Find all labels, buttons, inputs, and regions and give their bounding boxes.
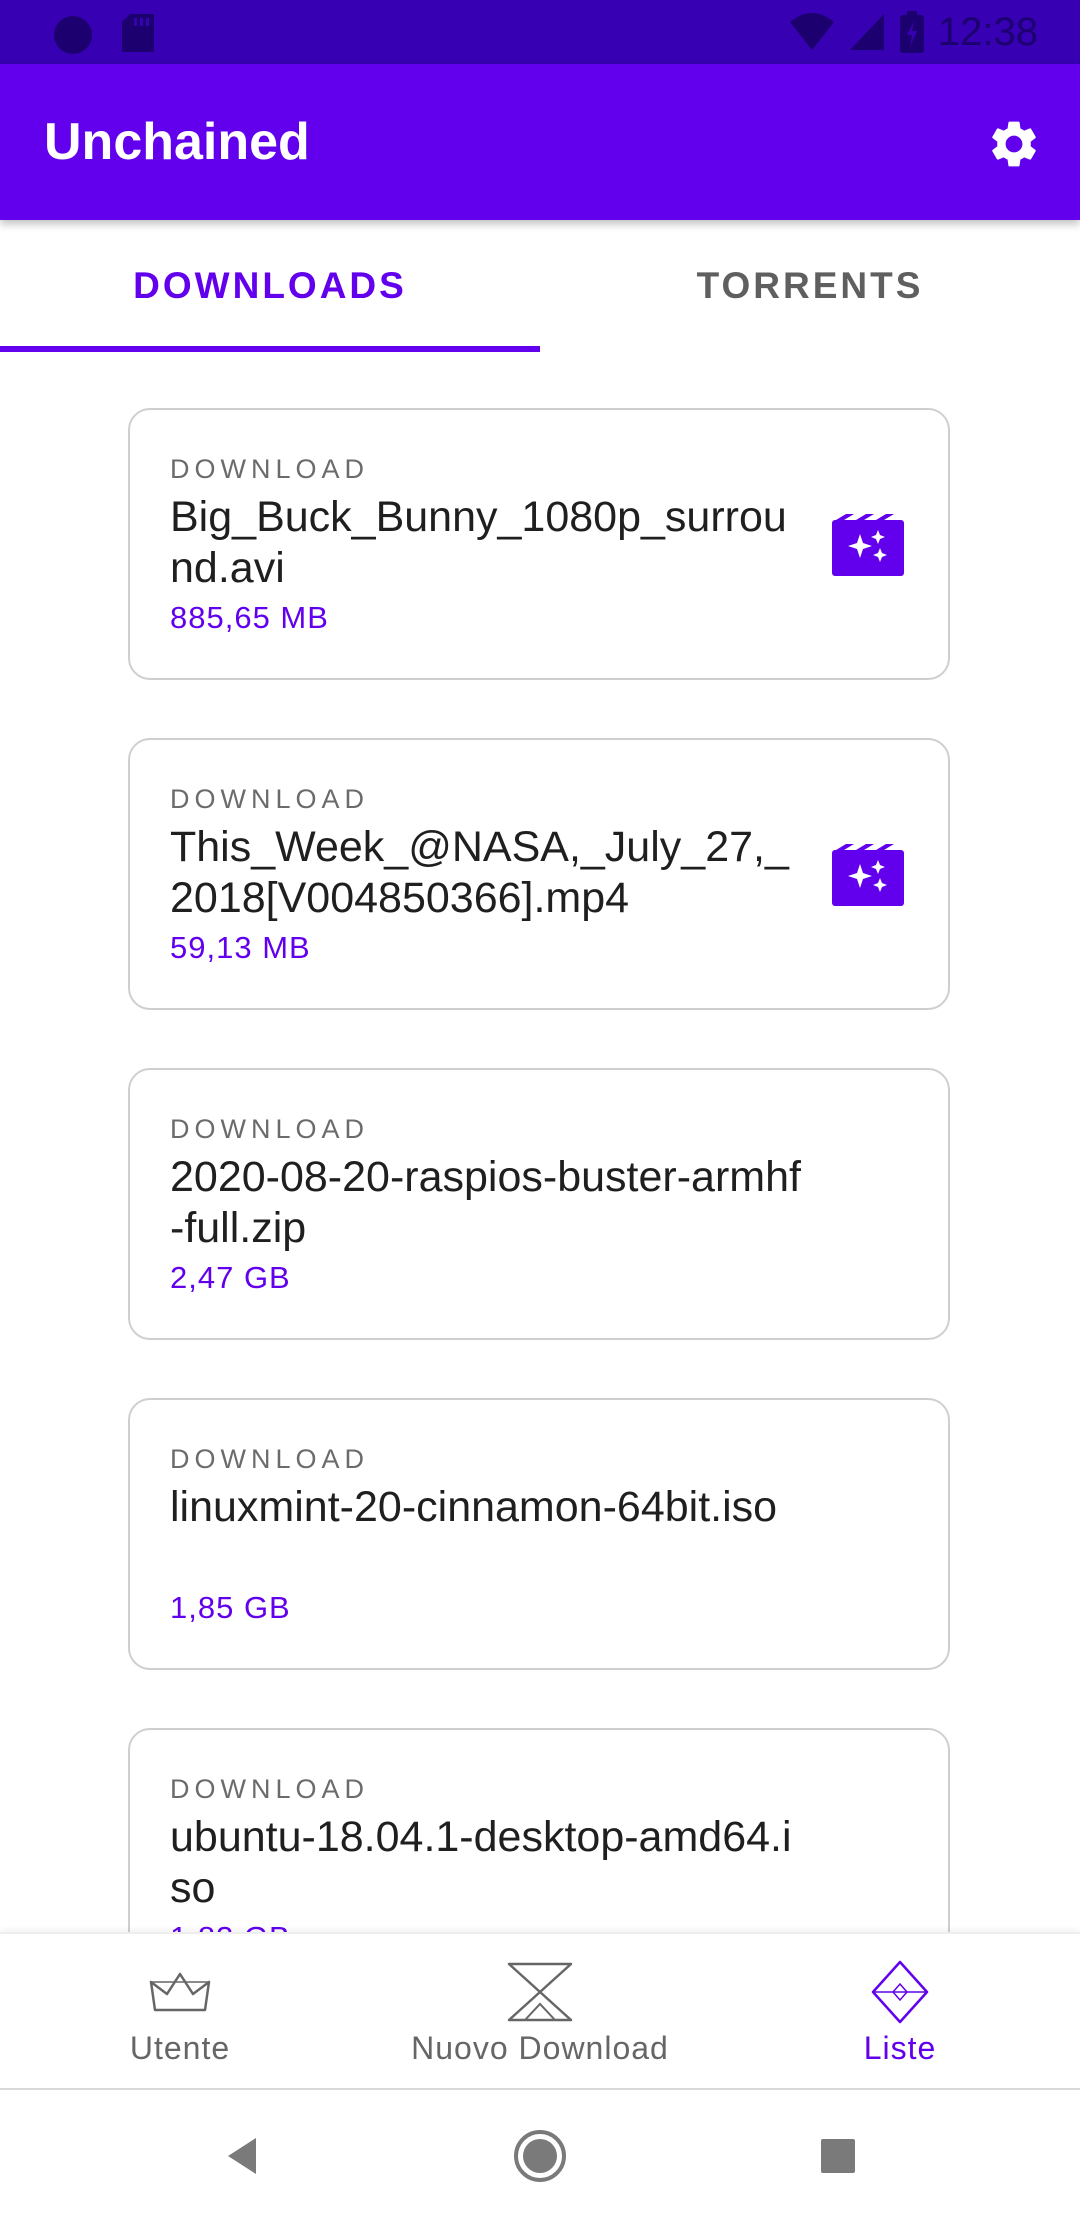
recents-icon[interactable] [808, 2126, 868, 2186]
download-filename: 2020-08-20-raspios-buster-armhf-full.zip [170, 1153, 801, 1252]
download-size: 885,65 MB [170, 600, 329, 635]
download-filename: Big_Buck_Bunny_1080p_surround.avi [170, 493, 787, 592]
wifi-icon [789, 13, 834, 50]
system-navigation-bar [0, 2088, 1080, 2220]
download-filename: ubuntu-18.04.1-desktop-amd64.iso [170, 1813, 792, 1912]
nav-item-utente[interactable]: Utente [60, 1934, 300, 2090]
video-file-icon[interactable] [832, 514, 904, 576]
nav-label-utente: Utente [129, 2030, 231, 2066]
gear-icon [992, 121, 1036, 167]
card-overline: DOWNLOAD [170, 1444, 370, 1474]
download-card[interactable]: DOWNLOAD Big_Buck_Bunny_1080p_surround.a… [128, 408, 950, 680]
downloads-list[interactable]: DOWNLOAD Big_Buck_Bunny_1080p_surround.a… [0, 352, 1080, 1932]
tab-torrents-label: TORRENTS [696, 265, 924, 306]
signal-icon [849, 14, 884, 50]
back-icon[interactable] [212, 2126, 272, 2186]
video-file-icon[interactable] [832, 844, 904, 906]
download-card[interactable]: DOWNLOAD linuxmint-20-cinnamon-64bit.iso… [128, 1398, 950, 1670]
tab-torrents[interactable]: TORRENTS [540, 220, 1080, 352]
nav-label-liste: Liste [863, 2030, 937, 2066]
nav-item-liste[interactable]: Liste [780, 1934, 1020, 2090]
home-icon[interactable] [510, 2126, 570, 2186]
battery-icon [899, 11, 924, 53]
card-overline: DOWNLOAD [170, 1774, 370, 1804]
download-size: 1,85 GB [170, 1590, 291, 1625]
card-overline: DOWNLOAD [170, 454, 370, 484]
hourglass-icon [507, 1962, 573, 2022]
download-card[interactable]: DOWNLOAD ubuntu-18.04.1-desktop-amd64.is… [128, 1728, 950, 1932]
tab-bar: DOWNLOADS TORRENTS [0, 220, 1080, 352]
card-overline: DOWNLOAD [170, 784, 370, 814]
app-screen: 12:38 Unchained DOWNLOADS TORRENTS DOWNL… [0, 0, 1080, 2220]
nav-item-nuovo-download[interactable]: Nuovo Download [380, 1934, 700, 2090]
status-time: 12:38 [937, 9, 1038, 54]
app-title: Unchained [44, 113, 310, 171]
notification-icon [54, 16, 92, 54]
download-card[interactable]: DOWNLOAD This_Week_@NASA,_July_27,_2018[… [128, 738, 950, 1010]
card-overline: DOWNLOAD [170, 1114, 370, 1144]
app-bar: Unchained [0, 64, 1080, 220]
tab-downloads-label: DOWNLOADS [133, 265, 407, 306]
download-filename: This_Week_@NASA,_July_27,_2018[V00485036… [170, 823, 789, 922]
nav-label-nuovo-download: Nuovo Download [411, 2030, 669, 2066]
download-card[interactable]: DOWNLOAD 2020-08-20-raspios-buster-armhf… [128, 1068, 950, 1340]
settings-button[interactable] [978, 108, 1050, 180]
download-size: 59,13 MB [170, 930, 311, 965]
tab-downloads[interactable]: DOWNLOADS [0, 220, 540, 352]
download-filename: linuxmint-20-cinnamon-64bit.iso [170, 1483, 778, 1531]
download-size: 1,83 GB [170, 1920, 291, 1932]
bottom-navigation: Utente Nuovo Download Liste [0, 1932, 1080, 2088]
crown-icon [149, 1972, 211, 2012]
status-bar: 12:38 [0, 0, 1080, 64]
status-right: 12:38 [788, 8, 1038, 56]
download-size: 2,47 GB [170, 1260, 291, 1295]
diamond-icon [871, 1960, 929, 2024]
sd-card-icon [122, 14, 154, 52]
